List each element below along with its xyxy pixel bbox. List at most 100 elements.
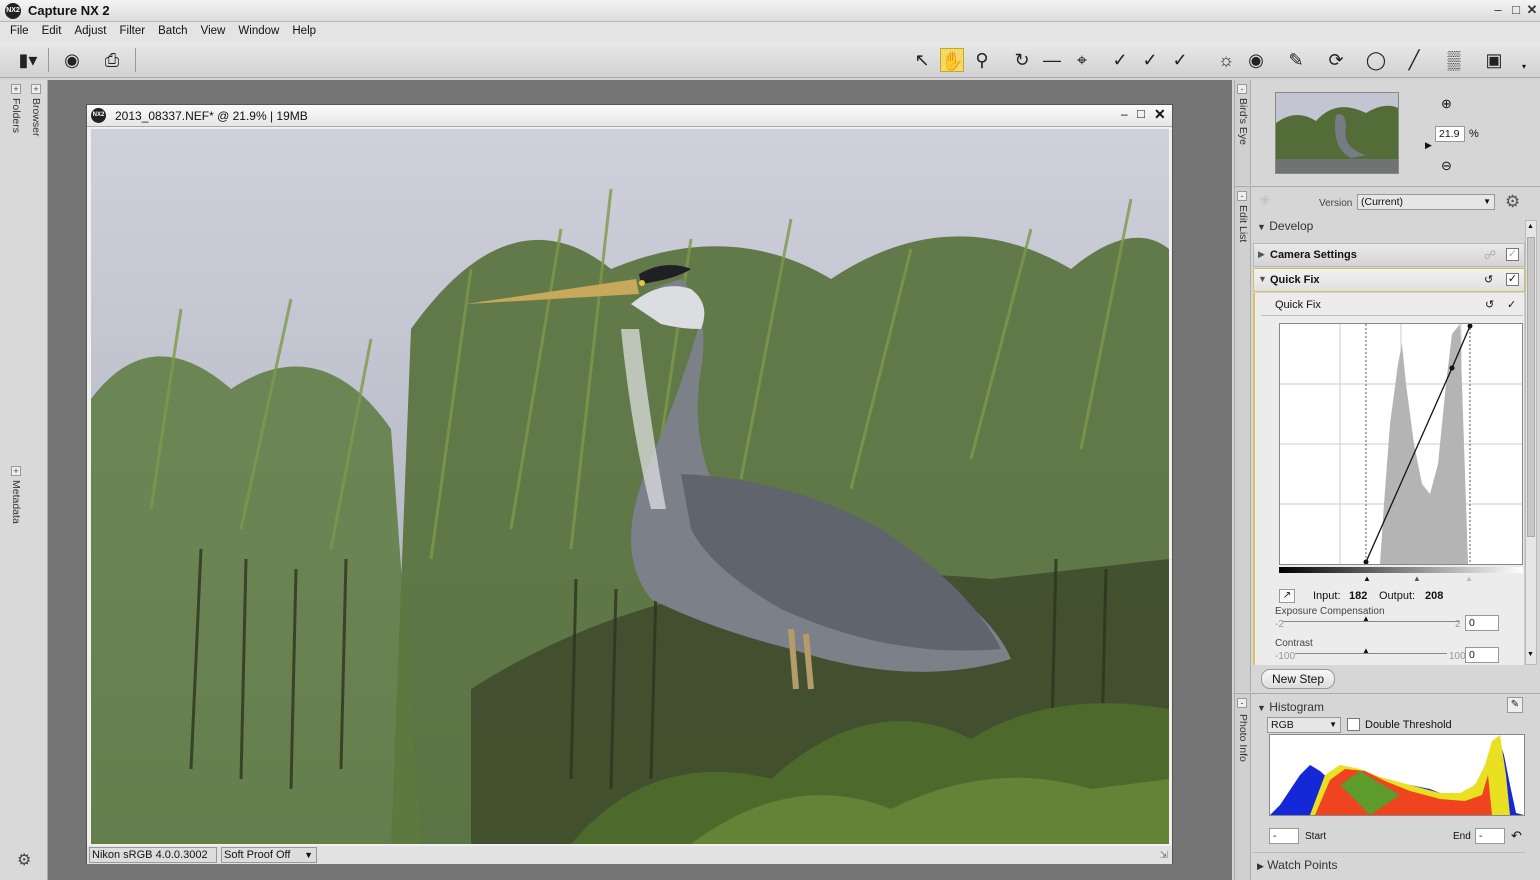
camera-settings-row[interactable]: ▶ Camera Settings ☍ ✓ bbox=[1253, 243, 1525, 267]
zoom-input[interactable]: 21.9 bbox=[1435, 126, 1465, 142]
new-step-button[interactable]: New Step bbox=[1261, 669, 1335, 689]
scroll-up-icon[interactable]: ▲ bbox=[1527, 223, 1534, 230]
camera-settings-checkbox[interactable]: ✓ bbox=[1506, 248, 1519, 261]
scroll-down-icon[interactable]: ▼ bbox=[1527, 651, 1534, 658]
camera-icon[interactable]: ◉ bbox=[60, 48, 84, 72]
straighten-icon[interactable]: — bbox=[1040, 48, 1064, 72]
zoom-slider-icon[interactable]: ▶ bbox=[1425, 140, 1432, 151]
expand-photo-info-icon[interactable]: - bbox=[1237, 698, 1247, 708]
edit-list-scrollbar[interactable]: ▲ ▼ bbox=[1525, 220, 1537, 665]
photo-info-tab[interactable]: Photo Info bbox=[1237, 714, 1249, 762]
watch-points-section[interactable]: ▶ Watch Points bbox=[1257, 858, 1338, 872]
rgb-histogram[interactable] bbox=[1269, 734, 1525, 816]
exposure-slider-icon[interactable]: ▲ bbox=[1362, 614, 1370, 623]
white-point-icon[interactable]: ✓ bbox=[1168, 48, 1192, 72]
scroll-thumb[interactable] bbox=[1527, 237, 1535, 537]
red-eye-icon[interactable]: ◉ bbox=[1244, 48, 1268, 72]
heron-photo[interactable] bbox=[91, 129, 1169, 844]
contrast-track[interactable] bbox=[1295, 653, 1447, 654]
crop-icon[interactable]: ⌖ bbox=[1070, 48, 1094, 72]
menu-window[interactable]: Window bbox=[238, 22, 279, 40]
title-bar: NX2 Capture NX 2 – □ ✕ bbox=[0, 0, 1540, 22]
rotate-icon[interactable]: ↻ bbox=[1010, 48, 1034, 72]
triangle-right-icon: ▶ bbox=[1257, 861, 1264, 871]
menu-filter[interactable]: Filter bbox=[120, 22, 146, 40]
exposure-input[interactable]: 0 bbox=[1465, 615, 1499, 631]
menu-view[interactable]: View bbox=[201, 22, 226, 40]
menu-batch[interactable]: Batch bbox=[158, 22, 187, 40]
contrast-input[interactable]: 0 bbox=[1465, 647, 1499, 663]
expand-folders-icon[interactable]: + bbox=[11, 84, 21, 94]
workspace-icon[interactable]: ▮▾ bbox=[16, 48, 40, 72]
folders-tab[interactable]: Folders bbox=[10, 98, 22, 133]
settings-gear-icon[interactable]: ⚙ bbox=[1505, 192, 1520, 212]
curves-graph[interactable] bbox=[1279, 323, 1523, 565]
lasso-add-icon[interactable]: ⟳ bbox=[1324, 48, 1348, 72]
histogram-settings-icon[interactable]: ✎ bbox=[1507, 697, 1523, 713]
menu-help[interactable]: Help bbox=[292, 22, 316, 40]
output-value: 208 bbox=[1425, 590, 1444, 602]
zoom-in-icon[interactable]: ⊕ bbox=[1441, 96, 1452, 112]
soft-proof-dropdown[interactable]: Soft Proof Off ▼ bbox=[221, 847, 317, 863]
image-close-icon[interactable]: ✕ bbox=[1154, 106, 1166, 123]
arrow-tool-icon[interactable]: ↖ bbox=[910, 48, 934, 72]
print-icon[interactable]: ⎙ bbox=[100, 48, 124, 72]
exposure-track[interactable] bbox=[1283, 621, 1459, 622]
minimize-icon[interactable]: – bbox=[1490, 2, 1506, 18]
neutral-point-icon[interactable]: ✓ bbox=[1138, 48, 1162, 72]
edit-list-tab[interactable]: Edit List bbox=[1237, 205, 1249, 242]
expand-edit-list-icon[interactable]: - bbox=[1237, 191, 1247, 201]
image-window-header[interactable]: NX2 2013_08337.NEF* @ 21.9% | 19MB – □ ✕ bbox=[87, 105, 1172, 127]
marquee-add-icon[interactable]: ◯ bbox=[1364, 48, 1388, 72]
image-minimize-icon[interactable]: – bbox=[1121, 107, 1128, 121]
menu-adjust[interactable]: Adjust bbox=[74, 22, 106, 40]
toolbar-more-icon[interactable]: ▾ bbox=[1522, 62, 1526, 71]
expand-metadata-icon[interactable]: + bbox=[11, 466, 21, 476]
zoom-tool-icon[interactable]: ⚲ bbox=[970, 48, 994, 72]
quick-fix-checkbox[interactable]: ✓ bbox=[1506, 273, 1519, 286]
maximize-icon[interactable]: □ bbox=[1508, 2, 1524, 18]
fill-remove-icon[interactable]: ▣ bbox=[1482, 48, 1506, 72]
soft-proof-label: Soft Proof Off bbox=[224, 849, 291, 861]
version-dropdown[interactable]: (Current) ▼ bbox=[1357, 194, 1495, 210]
histogram-section[interactable]: ▼ Histogram bbox=[1257, 700, 1324, 714]
birds-eye-tab[interactable]: Bird's Eye bbox=[1237, 98, 1249, 145]
step-reset-icon[interactable]: ↺ bbox=[1485, 298, 1494, 311]
curve-edit-icon[interactable]: ↗ bbox=[1279, 589, 1295, 603]
menu-file[interactable]: File bbox=[10, 22, 29, 40]
contrast-slider-icon[interactable]: ▲ bbox=[1362, 646, 1370, 655]
birds-eye-thumbnail[interactable] bbox=[1275, 92, 1399, 174]
gradient-icon[interactable]: ▒ bbox=[1442, 48, 1466, 72]
start-input[interactable]: - bbox=[1269, 828, 1299, 844]
reset-icon[interactable]: ↺ bbox=[1484, 273, 1493, 286]
browser-tab[interactable]: Browser bbox=[30, 98, 42, 137]
black-slider-icon[interactable]: ▲ bbox=[1363, 574, 1371, 583]
double-threshold-checkbox[interactable] bbox=[1347, 718, 1360, 731]
hand-tool-icon[interactable]: ✋ bbox=[940, 48, 964, 72]
auto-retouch-icon[interactable]: ☼ bbox=[1214, 48, 1238, 72]
zoom-out-icon[interactable]: ⊖ bbox=[1441, 158, 1452, 174]
resize-grip-icon[interactable]: ⇲ bbox=[1160, 850, 1168, 861]
end-label: End bbox=[1453, 831, 1471, 842]
menu-edit[interactable]: Edit bbox=[42, 22, 62, 40]
close-icon[interactable]: ✕ bbox=[1524, 2, 1540, 18]
undo-icon[interactable]: ↶ bbox=[1511, 828, 1522, 844]
end-input[interactable]: - bbox=[1475, 828, 1505, 844]
gear-icon[interactable]: ⚙ bbox=[17, 850, 31, 870]
link-icon[interactable]: ☍ bbox=[1484, 248, 1496, 262]
expand-browser-icon[interactable]: + bbox=[31, 84, 41, 94]
white-slider-icon[interactable]: ▲ bbox=[1465, 574, 1473, 583]
contrast-min: -100 bbox=[1275, 651, 1296, 662]
quick-fix-row[interactable]: ▼ Quick Fix ↺ ✓ bbox=[1253, 268, 1525, 292]
black-point-icon[interactable]: ✓ bbox=[1108, 48, 1132, 72]
develop-section[interactable]: ▼ Develop bbox=[1257, 219, 1313, 233]
mid-slider-icon[interactable]: ▲ bbox=[1413, 574, 1421, 583]
image-maximize-icon[interactable]: □ bbox=[1137, 106, 1145, 121]
selection-brush-icon[interactable]: ╱ bbox=[1402, 48, 1426, 72]
step-check-icon[interactable]: ✓ bbox=[1507, 298, 1516, 311]
channel-dropdown[interactable]: RGB ▼ bbox=[1267, 717, 1341, 733]
metadata-tab[interactable]: Metadata bbox=[10, 480, 22, 524]
input-label: Input: bbox=[1313, 590, 1341, 602]
expand-birds-eye-icon[interactable]: - bbox=[1237, 84, 1247, 94]
retouch-brush-icon[interactable]: ✎ bbox=[1284, 48, 1308, 72]
